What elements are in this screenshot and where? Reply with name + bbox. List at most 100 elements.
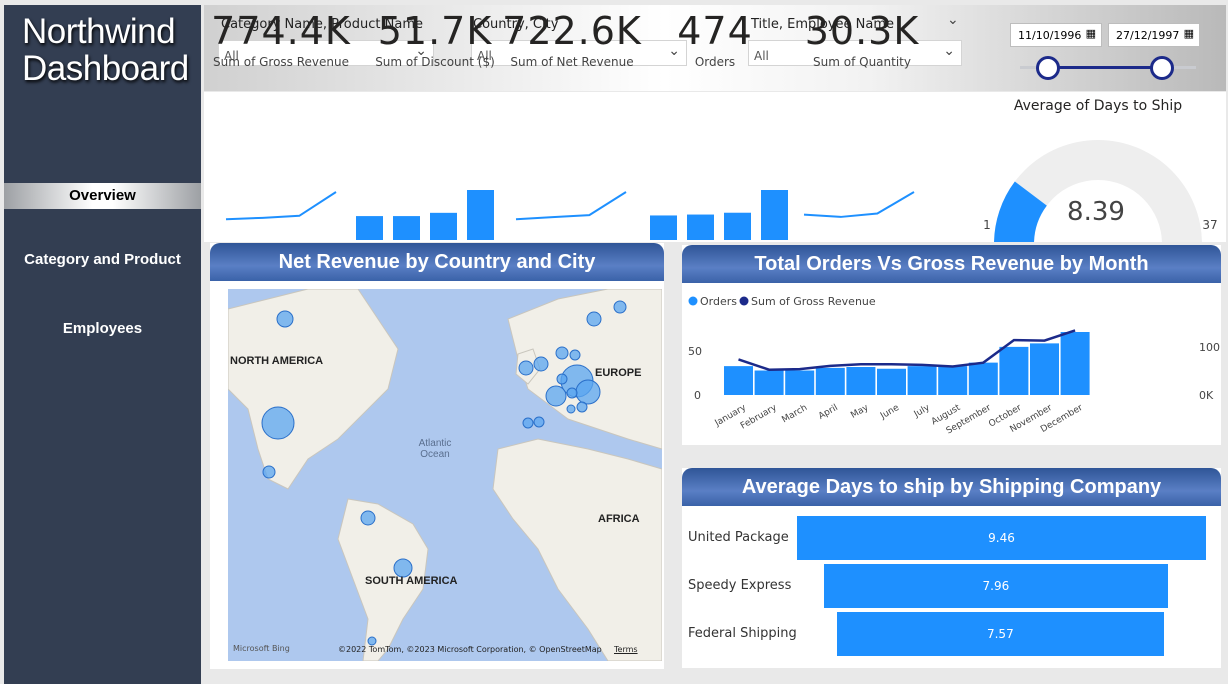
city-bubble (566, 387, 578, 399)
city-bubble (261, 406, 295, 440)
kpi-value: 51.7K (377, 9, 493, 53)
left-tick: 50 (688, 345, 702, 358)
sidebar: Northwind Dashboard Overview Category an… (4, 5, 201, 684)
bing-logo: Microsoft Bing (233, 644, 290, 653)
shipper-label: United Package (688, 530, 789, 545)
spark-bar (650, 215, 677, 240)
month-label: May (849, 403, 871, 421)
spark-bar (687, 214, 714, 240)
sparkline (225, 191, 337, 221)
calendar-icon[interactable]: ▦ (1086, 27, 1096, 40)
city-bubble (533, 416, 545, 428)
label-africa: AFRICA (598, 513, 640, 525)
kpi-label: Sum of Gross Revenue (213, 55, 349, 69)
orders-bar (1030, 343, 1059, 395)
city-bubble (360, 510, 376, 526)
city-bubble (522, 417, 534, 429)
label-south-america: SOUTH AMERICA (365, 575, 458, 587)
spark-bar (393, 216, 420, 240)
chevron-down-icon[interactable]: ⌄ (947, 12, 959, 28)
city-bubble (276, 310, 294, 328)
city-bubble (367, 636, 377, 646)
orders-bar (877, 368, 906, 395)
city-bubble (576, 401, 588, 413)
brand-line-2: Dashboard (22, 49, 189, 88)
kpi-gross-revenue: 774.4K Sum of Gross Revenue (210, 9, 352, 69)
orders-bar (1060, 332, 1090, 395)
nav-employees[interactable]: Employees (4, 320, 201, 337)
legend-revenue-marker (739, 296, 749, 306)
kpi-value: 722.6K (502, 9, 642, 53)
kpi-net-revenue: 722.6K Sum of Net Revenue (501, 9, 643, 69)
chevron-down-icon: ⌄ (943, 43, 955, 59)
date-slider-range (1048, 66, 1162, 69)
label-europe: EUROPE (595, 367, 642, 379)
nav-overview[interactable]: Overview (4, 183, 201, 209)
city-bubble (555, 346, 569, 360)
label-north-america: NORTH AMERICA (230, 355, 324, 367)
dashboard-root: Northwind Dashboard Overview Category an… (0, 0, 1228, 684)
map-panel-title: Net Revenue by Country and City (210, 243, 664, 281)
city-bubble (575, 379, 601, 405)
shipper-bar: 7.57 (836, 612, 1164, 656)
map-credit: ©2022 TomTom, ©2023 Microsoft Corporatio… (338, 645, 602, 654)
nav-category-product[interactable]: Category and Product (4, 251, 201, 268)
date-start-input[interactable]: 11/10/1996 ▦ (1010, 23, 1102, 47)
month-label: June (878, 403, 901, 422)
city-bubble (569, 349, 581, 361)
orders-bar (785, 370, 815, 395)
brand-title: Northwind Dashboard (22, 13, 189, 87)
date-slider-start-handle[interactable] (1036, 56, 1060, 80)
orders-revenue-chart: Orders Sum of Gross Revenue 50 0 100K 0K… (688, 295, 1221, 436)
right-tick: 100K (1199, 341, 1221, 354)
orders-bar (938, 366, 968, 395)
date-end-value: 27/12/1997 (1116, 29, 1180, 42)
calendar-icon[interactable]: ▦ (1184, 27, 1194, 40)
spark-bar (724, 212, 751, 240)
kpi-value: 774.4K (211, 9, 351, 53)
left-tick: 0 (694, 389, 701, 402)
kpi-quantity: 30.3K Sum of Quantity (791, 9, 933, 69)
label-ocean: Atlantic Ocean (418, 438, 452, 460)
legend-orders: Orders (700, 295, 737, 308)
spark-bar (356, 216, 383, 240)
world-map (228, 289, 662, 661)
gauge-max: 37 (1202, 218, 1217, 232)
spark-bar (467, 190, 494, 240)
orders-bar (968, 362, 998, 395)
kpi-orders: 474 Orders (644, 9, 786, 69)
kpi-discount: 51.7K Sum of Discount ($) (364, 9, 506, 69)
city-bubble (518, 360, 534, 376)
city-bubble (262, 465, 276, 479)
orders-bar (999, 346, 1029, 395)
month-label: July (912, 403, 932, 421)
kpi-label: Sum of Discount ($) (375, 55, 495, 69)
spark-bar (761, 190, 788, 240)
city-bubble (586, 311, 602, 327)
right-tick: 0K (1199, 389, 1214, 402)
orders-bar (815, 367, 845, 395)
sparkline (803, 191, 915, 218)
gauge-min: 1 (983, 218, 991, 232)
city-bubble (533, 356, 549, 372)
map[interactable]: NORTH AMERICA EUROPE AFRICA SOUTH AMERIC… (228, 289, 662, 661)
month-label: March (780, 403, 809, 425)
city-bubble (613, 300, 627, 314)
shipper-bar: 9.46 (797, 516, 1206, 560)
date-slider-end-handle[interactable] (1150, 56, 1174, 80)
kpi-sparklines (225, 190, 915, 240)
kpi-label: Orders (694, 55, 736, 69)
shipper-label: Speedy Express (688, 578, 792, 593)
kpi-label: Sum of Net Revenue (510, 55, 634, 69)
shipping-panel-title: Average Days to ship by Shipping Company (682, 468, 1221, 506)
city-bubble (566, 404, 576, 414)
legend-revenue: Sum of Gross Revenue (751, 295, 876, 308)
kpi-value: 30.3K (804, 9, 920, 53)
orders-bar (907, 366, 937, 395)
map-terms-link[interactable]: Terms (614, 645, 638, 654)
city-bubble (545, 385, 567, 407)
orders-bar (846, 367, 876, 395)
date-end-input[interactable]: 27/12/1997 ▦ (1108, 23, 1200, 47)
city-bubble (556, 373, 568, 385)
orders-bar (724, 366, 753, 395)
